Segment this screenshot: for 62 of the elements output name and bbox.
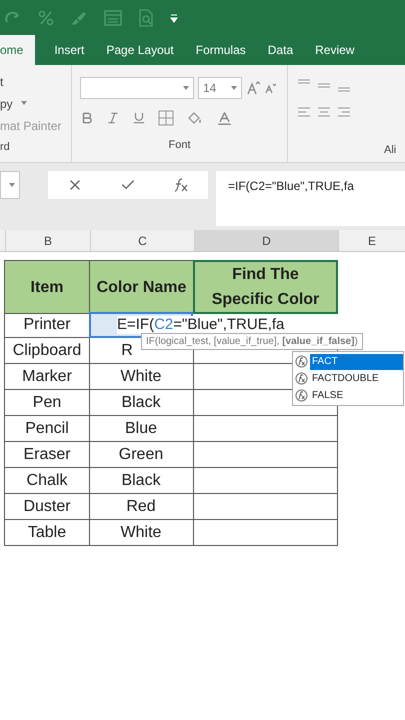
caret-icon[interactable]: [9, 183, 15, 187]
table-cell: Black: [89, 468, 194, 494]
grow-font-icon[interactable]: [246, 81, 260, 95]
function-tooltip: IF(logical_test, [value_if_true], [value_if_false]): [141, 333, 363, 350]
header-cell: Color Name: [89, 260, 194, 314]
cut-label[interactable]: t: [0, 73, 71, 95]
name-box[interactable]: [0, 171, 20, 199]
header-cell: Item: [4, 260, 90, 314]
table-cell: Chalk: [4, 468, 90, 494]
underline-icon[interactable]: [132, 111, 146, 125]
table-cell: Pencil: [4, 416, 90, 442]
formula-field[interactable]: =IF(C2="Blue",TRUE,fa: [216, 171, 405, 226]
brush-icon[interactable]: [70, 10, 88, 26]
percent-icon[interactable]: [38, 10, 54, 26]
form-icon[interactable]: [104, 10, 122, 26]
function-icon: [295, 389, 308, 402]
ribbon-tab[interactable]: Data: [256, 35, 304, 65]
fill-color-icon[interactable]: [186, 110, 204, 126]
customize-icon[interactable]: [170, 12, 178, 22]
table-cell: Eraser: [4, 442, 90, 468]
table-cell: Table: [4, 520, 90, 546]
caret-icon[interactable]: [231, 86, 237, 90]
ribbon-tab[interactable]: ome: [0, 35, 36, 65]
font-name-field[interactable]: [80, 77, 194, 99]
borders-icon[interactable]: [158, 110, 174, 126]
function-icon: [295, 355, 308, 368]
function-icon: [295, 372, 308, 385]
print-preview-icon[interactable]: [138, 8, 154, 26]
header-cell: Find The Specific Color: [193, 260, 338, 314]
ribbon-tab[interactable]: Page Layout: [95, 35, 185, 65]
table-cell: Pen: [4, 390, 90, 416]
caret-icon[interactable]: [20, 101, 27, 105]
formula-text: E=IF(C2="Blue",TRUE,fa: [117, 316, 284, 334]
shrink-font-icon[interactable]: [264, 82, 276, 94]
table-cell: Marker: [4, 364, 90, 390]
caret-icon[interactable]: [183, 86, 189, 90]
group-label: Ali: [384, 142, 398, 158]
table-cell: Blue: [89, 416, 194, 442]
insert-function-icon[interactable]: [173, 178, 190, 192]
table-cell: Duster: [4, 494, 90, 520]
copy-label[interactable]: py: [0, 95, 13, 113]
table-cell: White: [89, 364, 194, 390]
ribbon-tab[interactable]: Formulas: [184, 35, 257, 65]
column-header[interactable]: D: [194, 230, 338, 251]
autocomplete-item[interactable]: FALSE: [310, 388, 403, 404]
autocomplete-item[interactable]: FACT: [310, 354, 403, 370]
column-header[interactable]: B: [5, 230, 90, 251]
font-size-field[interactable]: 14: [198, 77, 242, 99]
table-cell: Red: [89, 494, 194, 520]
ribbon-tab[interactable]: Review: [304, 35, 366, 65]
table-cell: Black: [89, 390, 194, 416]
column-header[interactable]: E: [338, 230, 405, 251]
ribbon-tab[interactable]: Insert: [43, 35, 96, 65]
autocomplete-item[interactable]: FACTDOUBLE: [310, 370, 403, 386]
table-cell: Green: [89, 442, 194, 468]
group-label: rd: [0, 140, 11, 155]
bold-icon[interactable]: [80, 111, 94, 125]
group-label: Font: [167, 138, 192, 153]
font-color-icon[interactable]: [216, 110, 233, 126]
table-cell: White: [89, 520, 194, 546]
table-cell: Clipboard: [4, 338, 90, 364]
italic-icon[interactable]: [106, 111, 120, 125]
